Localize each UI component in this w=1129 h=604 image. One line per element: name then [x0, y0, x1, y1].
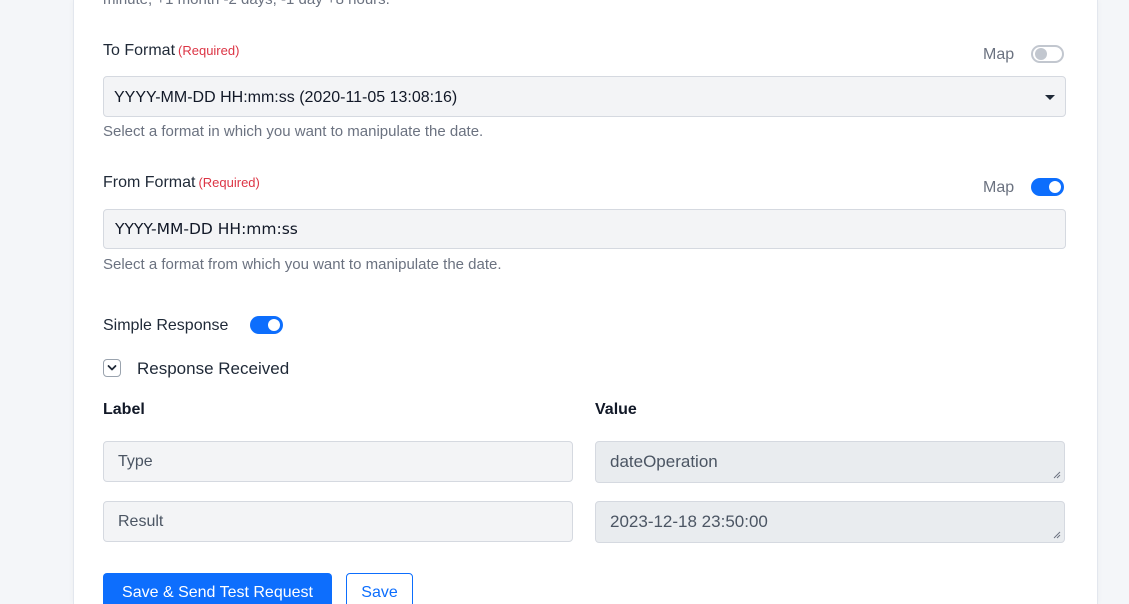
toggle-knob [268, 319, 280, 331]
caret-down-icon [1045, 95, 1055, 100]
save-and-send-test-request-button[interactable]: Save & Send Test Request [103, 573, 332, 604]
response-received-label: Response Received [137, 359, 290, 378]
offset-hint-text: minute, +1 month -2 days, -1 day +8 hour… [103, 0, 390, 8]
chevron-down-icon [107, 365, 117, 371]
response-label-field-type[interactable]: Type [103, 441, 573, 482]
to-format-help: Select a format in which you want to man… [103, 123, 484, 140]
from-format-value: YYYY-MM-DD HH:mm:ss [115, 220, 298, 238]
response-label-text: Result [118, 513, 164, 530]
toggle-knob [1035, 48, 1047, 60]
from-format-label-row: From Format (Required) [103, 174, 260, 192]
toggle-knob [1049, 181, 1061, 193]
from-format-map-toggle[interactable] [1031, 178, 1064, 196]
simple-response-label: Simple Response [103, 317, 229, 334]
resize-handle-icon[interactable] [1053, 471, 1061, 479]
to-format-label-row: To Format (Required) [103, 42, 239, 60]
from-format-required: (Required) [198, 175, 260, 190]
value-column-header: Value [595, 401, 637, 418]
to-format-label: To Format [103, 42, 176, 59]
to-format-required: (Required) [178, 43, 240, 58]
from-format-label: From Format [103, 174, 196, 191]
to-format-select[interactable]: YYYY-MM-DD HH:mm:ss (2020-11-05 13:08:16… [103, 76, 1066, 117]
resize-handle-icon[interactable] [1053, 531, 1061, 539]
save-button[interactable]: Save [346, 573, 413, 604]
response-value-field-result[interactable]: 2023-12-18 23:50:00 [595, 501, 1065, 543]
response-value-text: dateOperation [610, 452, 718, 471]
label-column-header: Label [103, 401, 145, 418]
simple-response-toggle[interactable] [250, 316, 283, 334]
from-format-map-label: Map [983, 179, 1015, 196]
response-received-collapse-button[interactable] [103, 359, 121, 377]
response-value-text: 2023-12-18 23:50:00 [610, 512, 768, 531]
form-card: minute, +1 month -2 days, -1 day +8 hour… [73, 0, 1098, 604]
response-label-field-result[interactable]: Result [103, 501, 573, 542]
to-format-map-toggle[interactable] [1031, 45, 1064, 63]
from-format-help: Select a format from which you want to m… [103, 256, 502, 273]
to-format-map-label: Map [983, 46, 1015, 63]
response-value-field-type[interactable]: dateOperation [595, 441, 1065, 483]
from-format-input[interactable]: YYYY-MM-DD HH:mm:ss [103, 209, 1066, 249]
response-label-text: Type [118, 453, 153, 470]
to-format-selected-value: YYYY-MM-DD HH:mm:ss (2020-11-05 13:08:16… [114, 89, 458, 106]
